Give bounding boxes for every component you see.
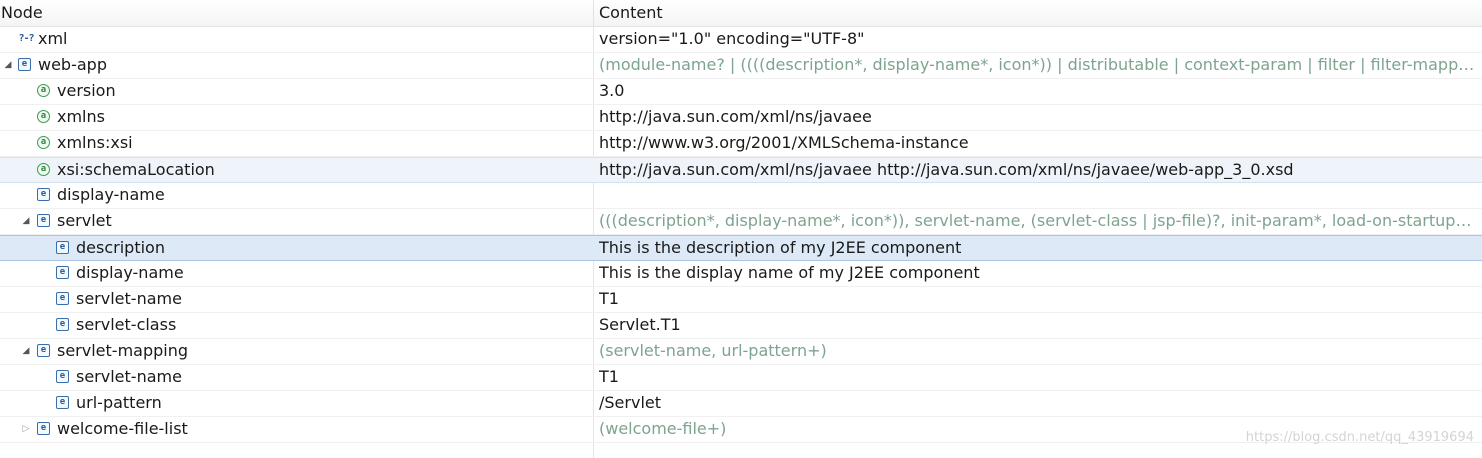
column-separator[interactable] [593,0,594,26]
attribute-icon: a [37,136,50,149]
content-cell[interactable]: http://www.w3.org/2001/XMLSchema-instanc… [599,131,1477,155]
element-icon: e [18,58,31,71]
element-icon: e [56,241,69,254]
content-cell[interactable]: (servlet-name, url-pattern+) [599,339,1477,363]
node-label: servlet-mapping [57,341,189,360]
expand-triangle-icon[interactable]: ◢ [20,215,32,227]
node-cell: e servlet-class [0,313,593,337]
tree-row[interactable]: a xmlns:xsi http://www.w3.org/2001/XMLSc… [0,131,1482,157]
watermark: https://blog.csdn.net/qq_43919694 [1245,430,1474,445]
node-column-header[interactable]: Node [1,0,43,26]
content-cell[interactable]: (((description*, display-name*, icon*)),… [599,209,1477,233]
node-label: servlet-name [76,289,182,308]
content-cell[interactable]: 3.0 [599,79,1477,103]
node-cell: e display-name [0,183,593,207]
element-icon: e [37,344,50,357]
tree-row[interactable]: ◢ e servlet (((description*, display-nam… [0,209,1482,235]
content-cell[interactable]: T1 [599,287,1477,311]
tree-row[interactable]: a version 3.0 [0,79,1482,105]
content-cell[interactable]: This is the display name of my J2EE comp… [599,261,1477,285]
node-label: xsi:schemaLocation [57,160,215,179]
node-cell: ◢ e servlet [0,209,593,233]
content-cell[interactable]: This is the description of my J2EE compo… [599,236,1477,260]
element-icon: e [37,422,50,435]
content-cell[interactable]: (module-name? | ((((description*, displa… [599,53,1477,77]
tree-row[interactable]: ?-? xml version="1.0" encoding="UTF-8" [0,27,1482,53]
tree-row[interactable]: e display-name [0,183,1482,209]
xml-tree-view: Node Content ?-? xml version="1.0" encod… [0,0,1482,458]
node-cell: e servlet-name [0,365,593,389]
node-label: description [76,238,165,257]
element-icon: e [56,318,69,331]
tree-row[interactable]: a xmlns http://java.sun.com/xml/ns/javae… [0,105,1482,131]
tree-row[interactable]: e description This is the description of… [0,235,1482,261]
element-icon: e [56,370,69,383]
collapse-triangle-icon[interactable]: ▷ [20,423,32,435]
node-cell: e url-pattern [0,391,593,415]
processing-instruction-icon: ?-? [18,33,34,44]
attribute-icon: a [37,84,50,97]
element-icon: e [37,214,50,227]
element-icon: e [56,266,69,279]
node-label: web-app [38,55,107,74]
content-cell[interactable]: /Servlet [599,391,1477,415]
content-cell[interactable] [599,183,1477,207]
tree-header: Node Content [0,0,1482,27]
content-cell[interactable]: http://java.sun.com/xml/ns/javaee [599,105,1477,129]
node-label: display-name [57,185,165,204]
expand-triangle-icon[interactable]: ◢ [2,59,14,71]
expand-triangle-icon[interactable]: ◢ [20,345,32,357]
node-cell: ◢ e servlet-mapping [0,339,593,363]
tree-row[interactable]: ◢ e servlet-mapping (servlet-name, url-p… [0,339,1482,365]
node-label: xml [38,29,68,48]
content-column-header[interactable]: Content [599,0,663,26]
tree-row[interactable]: ◢ e web-app (module-name? | ((((descript… [0,53,1482,79]
node-label: xmlns [57,107,105,126]
node-label: servlet-name [76,367,182,386]
node-label: display-name [76,263,184,282]
node-cell: a xsi:schemaLocation [0,158,593,182]
node-label: url-pattern [76,393,162,412]
tree-row[interactable]: e display-name This is the display name … [0,261,1482,287]
content-cell[interactable]: version="1.0" encoding="UTF-8" [599,27,1477,51]
node-cell: a version [0,79,593,103]
content-cell[interactable]: http://java.sun.com/xml/ns/javaee http:/… [599,158,1477,182]
element-icon: e [37,188,50,201]
node-cell: a xmlns [0,105,593,129]
attribute-icon: a [37,163,50,176]
element-icon: e [56,396,69,409]
node-cell: ?-? xml [0,27,593,51]
node-cell: ◢ e web-app [0,53,593,77]
element-icon: e [56,292,69,305]
tree-row[interactable]: e servlet-name T1 [0,365,1482,391]
tree-row[interactable]: a xsi:schemaLocation http://java.sun.com… [0,157,1482,183]
node-cell: ▷ e welcome-file-list [0,417,593,441]
node-label: version [57,81,116,100]
tree-row[interactable]: e url-pattern /Servlet [0,391,1482,417]
node-cell: e display-name [0,261,593,285]
tree-row[interactable]: e servlet-name T1 [0,287,1482,313]
node-cell: a xmlns:xsi [0,131,593,155]
node-label: welcome-file-list [57,419,188,438]
node-label: servlet [57,211,112,230]
tree-row[interactable]: e servlet-class Servlet.T1 [0,313,1482,339]
node-label: xmlns:xsi [57,133,133,152]
content-cell[interactable]: T1 [599,365,1477,389]
content-cell[interactable]: Servlet.T1 [599,313,1477,337]
attribute-icon: a [37,110,50,123]
node-cell: e description [0,236,593,260]
node-cell: e servlet-name [0,287,593,311]
node-label: servlet-class [76,315,177,334]
